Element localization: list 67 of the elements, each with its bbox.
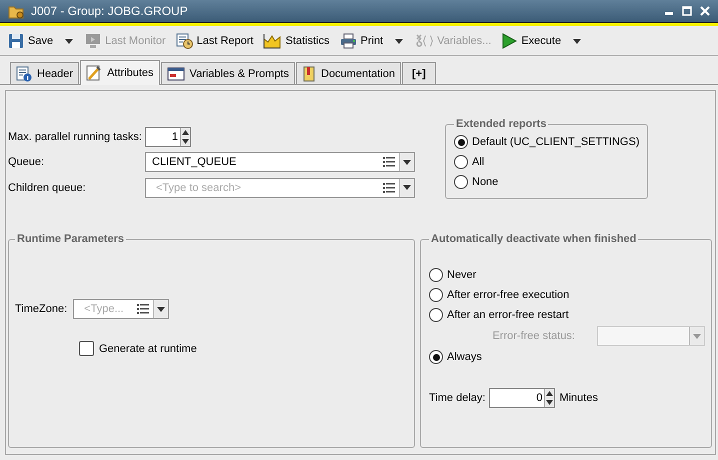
radio-label: None bbox=[472, 176, 498, 188]
radio-label: After an error-free restart bbox=[447, 309, 569, 321]
dropdown-button[interactable] bbox=[399, 178, 414, 197]
radio-label: Default (UC_CLIENT_SETTINGS) bbox=[472, 136, 640, 148]
radio-button[interactable] bbox=[429, 288, 443, 302]
caret-icon[interactable] bbox=[403, 185, 411, 190]
caret-icon[interactable] bbox=[157, 306, 166, 312]
dropdown-button[interactable] bbox=[399, 153, 414, 172]
group-title: Extended reports bbox=[455, 118, 548, 130]
maximize-icon[interactable] bbox=[682, 6, 692, 16]
report-clock-icon bbox=[176, 33, 193, 49]
radio-button[interactable] bbox=[429, 350, 443, 364]
close-icon[interactable] bbox=[700, 6, 710, 16]
radio-button[interactable] bbox=[454, 155, 468, 169]
field-label: Time delay: bbox=[429, 392, 486, 404]
radio-label: Always bbox=[447, 351, 482, 363]
window-icon bbox=[166, 66, 185, 80]
toolbar-button[interactable]: Print bbox=[338, 31, 408, 51]
field-label: Queue: bbox=[8, 155, 46, 170]
tab[interactable]: Documentation bbox=[296, 62, 401, 84]
combo-box[interactable]: CLIENT_QUEUE bbox=[145, 152, 415, 172]
document-info-icon bbox=[16, 66, 32, 82]
field-label: Error-free status: bbox=[492, 330, 575, 342]
radio-button[interactable] bbox=[454, 135, 468, 149]
window-title: J007 - Group: JOBG.GROUP bbox=[31, 4, 188, 18]
monitor-icon bbox=[85, 33, 102, 49]
toolbar-button[interactable]: Save bbox=[6, 31, 78, 51]
tab[interactable]: Attributes bbox=[80, 60, 160, 85]
field-label: Children queue: bbox=[8, 180, 87, 196]
radio-button[interactable] bbox=[429, 268, 443, 282]
tab[interactable]: Header bbox=[10, 62, 80, 84]
printer-icon bbox=[340, 33, 356, 49]
folder-gear-icon bbox=[8, 4, 25, 18]
play-icon bbox=[501, 33, 518, 49]
radio-button[interactable] bbox=[429, 308, 443, 322]
unit-label: Minutes bbox=[559, 392, 598, 404]
variables-icon bbox=[415, 33, 434, 49]
field-label: TimeZone: bbox=[15, 303, 68, 315]
number-field[interactable]: 1 bbox=[145, 127, 191, 148]
radio-label: After error-free execution bbox=[447, 289, 570, 301]
tab[interactable]: [+] bbox=[402, 62, 436, 84]
tab[interactable]: Variables & Prompts bbox=[160, 62, 295, 84]
radio-label: All bbox=[472, 156, 484, 168]
checkbox[interactable] bbox=[79, 341, 94, 356]
chart-icon bbox=[263, 33, 282, 49]
toolbar-button[interactable]: Last Report bbox=[174, 31, 256, 51]
tools-icon bbox=[86, 65, 102, 81]
field-label: Max. parallel running tasks: bbox=[8, 130, 143, 146]
book-icon bbox=[302, 66, 316, 82]
group-title: Automatically deactivate when finished bbox=[430, 233, 638, 245]
radio-label: Never bbox=[447, 269, 476, 281]
group-title: Runtime Parameters bbox=[16, 233, 125, 245]
list-icon[interactable] bbox=[383, 182, 395, 193]
dropdown-button[interactable] bbox=[153, 300, 168, 318]
caret-icon[interactable] bbox=[65, 38, 74, 44]
caret-icon[interactable] bbox=[403, 160, 411, 165]
caret-icon[interactable] bbox=[395, 38, 404, 44]
radio-button[interactable] bbox=[454, 175, 468, 189]
number-field[interactable]: 0 bbox=[489, 388, 556, 408]
toolbar-button[interactable]: Execute bbox=[499, 31, 586, 51]
checkbox-label: Generate at runtime bbox=[99, 342, 197, 354]
spinner-arrows[interactable] bbox=[544, 389, 554, 407]
list-icon[interactable] bbox=[383, 157, 395, 168]
toolbar-button[interactable]: Statistics bbox=[261, 31, 332, 51]
spinner-arrows[interactable] bbox=[180, 128, 190, 146]
list-icon[interactable] bbox=[137, 304, 150, 314]
caret-icon[interactable] bbox=[573, 38, 582, 44]
